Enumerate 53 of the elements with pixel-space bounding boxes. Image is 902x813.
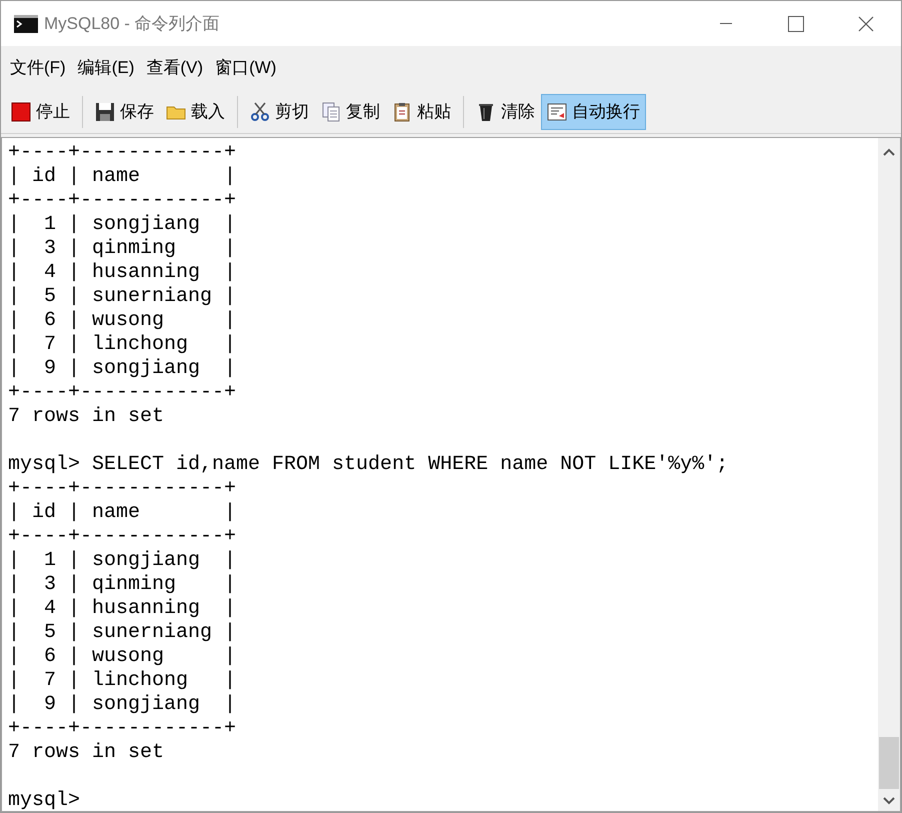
load-button[interactable]: 载入 bbox=[160, 94, 231, 130]
console-app-icon bbox=[14, 14, 38, 32]
console-line: +----+------------+ bbox=[8, 477, 236, 500]
menu-item[interactable]: 文件(F) bbox=[5, 53, 71, 83]
console-line: | 6 | wusong | bbox=[8, 309, 236, 332]
scroll-down-icon[interactable] bbox=[883, 797, 895, 805]
console-line: | 1 | songjiang | bbox=[8, 213, 236, 236]
console-line: +----+------------+ bbox=[8, 189, 236, 212]
vertical-scrollbar[interactable] bbox=[878, 138, 900, 811]
menu-item[interactable]: 编辑(E) bbox=[72, 53, 140, 83]
maximize-icon bbox=[788, 16, 804, 32]
scrollbar-thumb[interactable] bbox=[879, 737, 899, 789]
console-line: +----+------------+ bbox=[8, 141, 236, 164]
console-line: | 5 | sunerniang | bbox=[8, 285, 236, 308]
scissors-icon bbox=[250, 102, 270, 122]
close-icon bbox=[858, 16, 874, 32]
console-line: mysql> SELECT id,name FROM student WHERE name NOT LIKE'%y%'; bbox=[8, 453, 728, 476]
console-line: | 7 | linchong | bbox=[8, 333, 236, 356]
minimize-icon bbox=[720, 22, 732, 24]
stop-icon bbox=[11, 102, 31, 122]
console-line: | 6 | wusong | bbox=[8, 645, 236, 668]
window-title: MySQL80 - 命令列介面 bbox=[44, 12, 220, 35]
console-line: +----+------------+ bbox=[8, 717, 236, 740]
console-line: | 9 | songjiang | bbox=[8, 693, 236, 716]
wrap-button[interactable]: 自动换行 bbox=[541, 94, 646, 130]
console-line: mysql> bbox=[8, 789, 80, 811]
save-button[interactable]: 保存 bbox=[89, 94, 160, 130]
stop-button[interactable]: 停止 bbox=[5, 94, 76, 130]
paste-button[interactable]: 粘贴 bbox=[386, 94, 457, 130]
trash-can-icon bbox=[476, 102, 496, 122]
wrap-text-icon bbox=[547, 102, 567, 122]
console-line: +----+------------+ bbox=[8, 525, 236, 548]
scroll-up-icon[interactable] bbox=[883, 148, 895, 156]
copy-button[interactable]: 复制 bbox=[315, 94, 386, 130]
clipboard-icon bbox=[392, 102, 412, 122]
console-line: | 3 | qinming | bbox=[8, 573, 236, 596]
console-line: | id | name | bbox=[8, 501, 236, 524]
console-line: | 4 | husanning | bbox=[8, 261, 236, 284]
console-line: | 5 | sunerniang | bbox=[8, 621, 236, 644]
clear-button[interactable]: 清除 bbox=[470, 94, 541, 130]
console-line: | id | name | bbox=[8, 165, 236, 188]
cut-button[interactable]: 剪切 bbox=[244, 94, 315, 130]
console-line: | 7 | linchong | bbox=[8, 669, 236, 692]
menu-item[interactable]: 查看(V) bbox=[141, 53, 208, 83]
console-line: | 9 | songjiang | bbox=[8, 357, 236, 380]
console-line: 7 rows in set bbox=[8, 741, 164, 764]
console-line: | 1 | songjiang | bbox=[8, 549, 236, 572]
copy-icon bbox=[321, 102, 341, 122]
console-line: | 3 | qinming | bbox=[8, 237, 236, 260]
console-line: +----+------------+ bbox=[8, 381, 236, 404]
console-line: | 4 | husanning | bbox=[8, 597, 236, 620]
console-line: 7 rows in set bbox=[8, 405, 164, 428]
menu-item[interactable]: 窗口(W) bbox=[210, 53, 282, 83]
